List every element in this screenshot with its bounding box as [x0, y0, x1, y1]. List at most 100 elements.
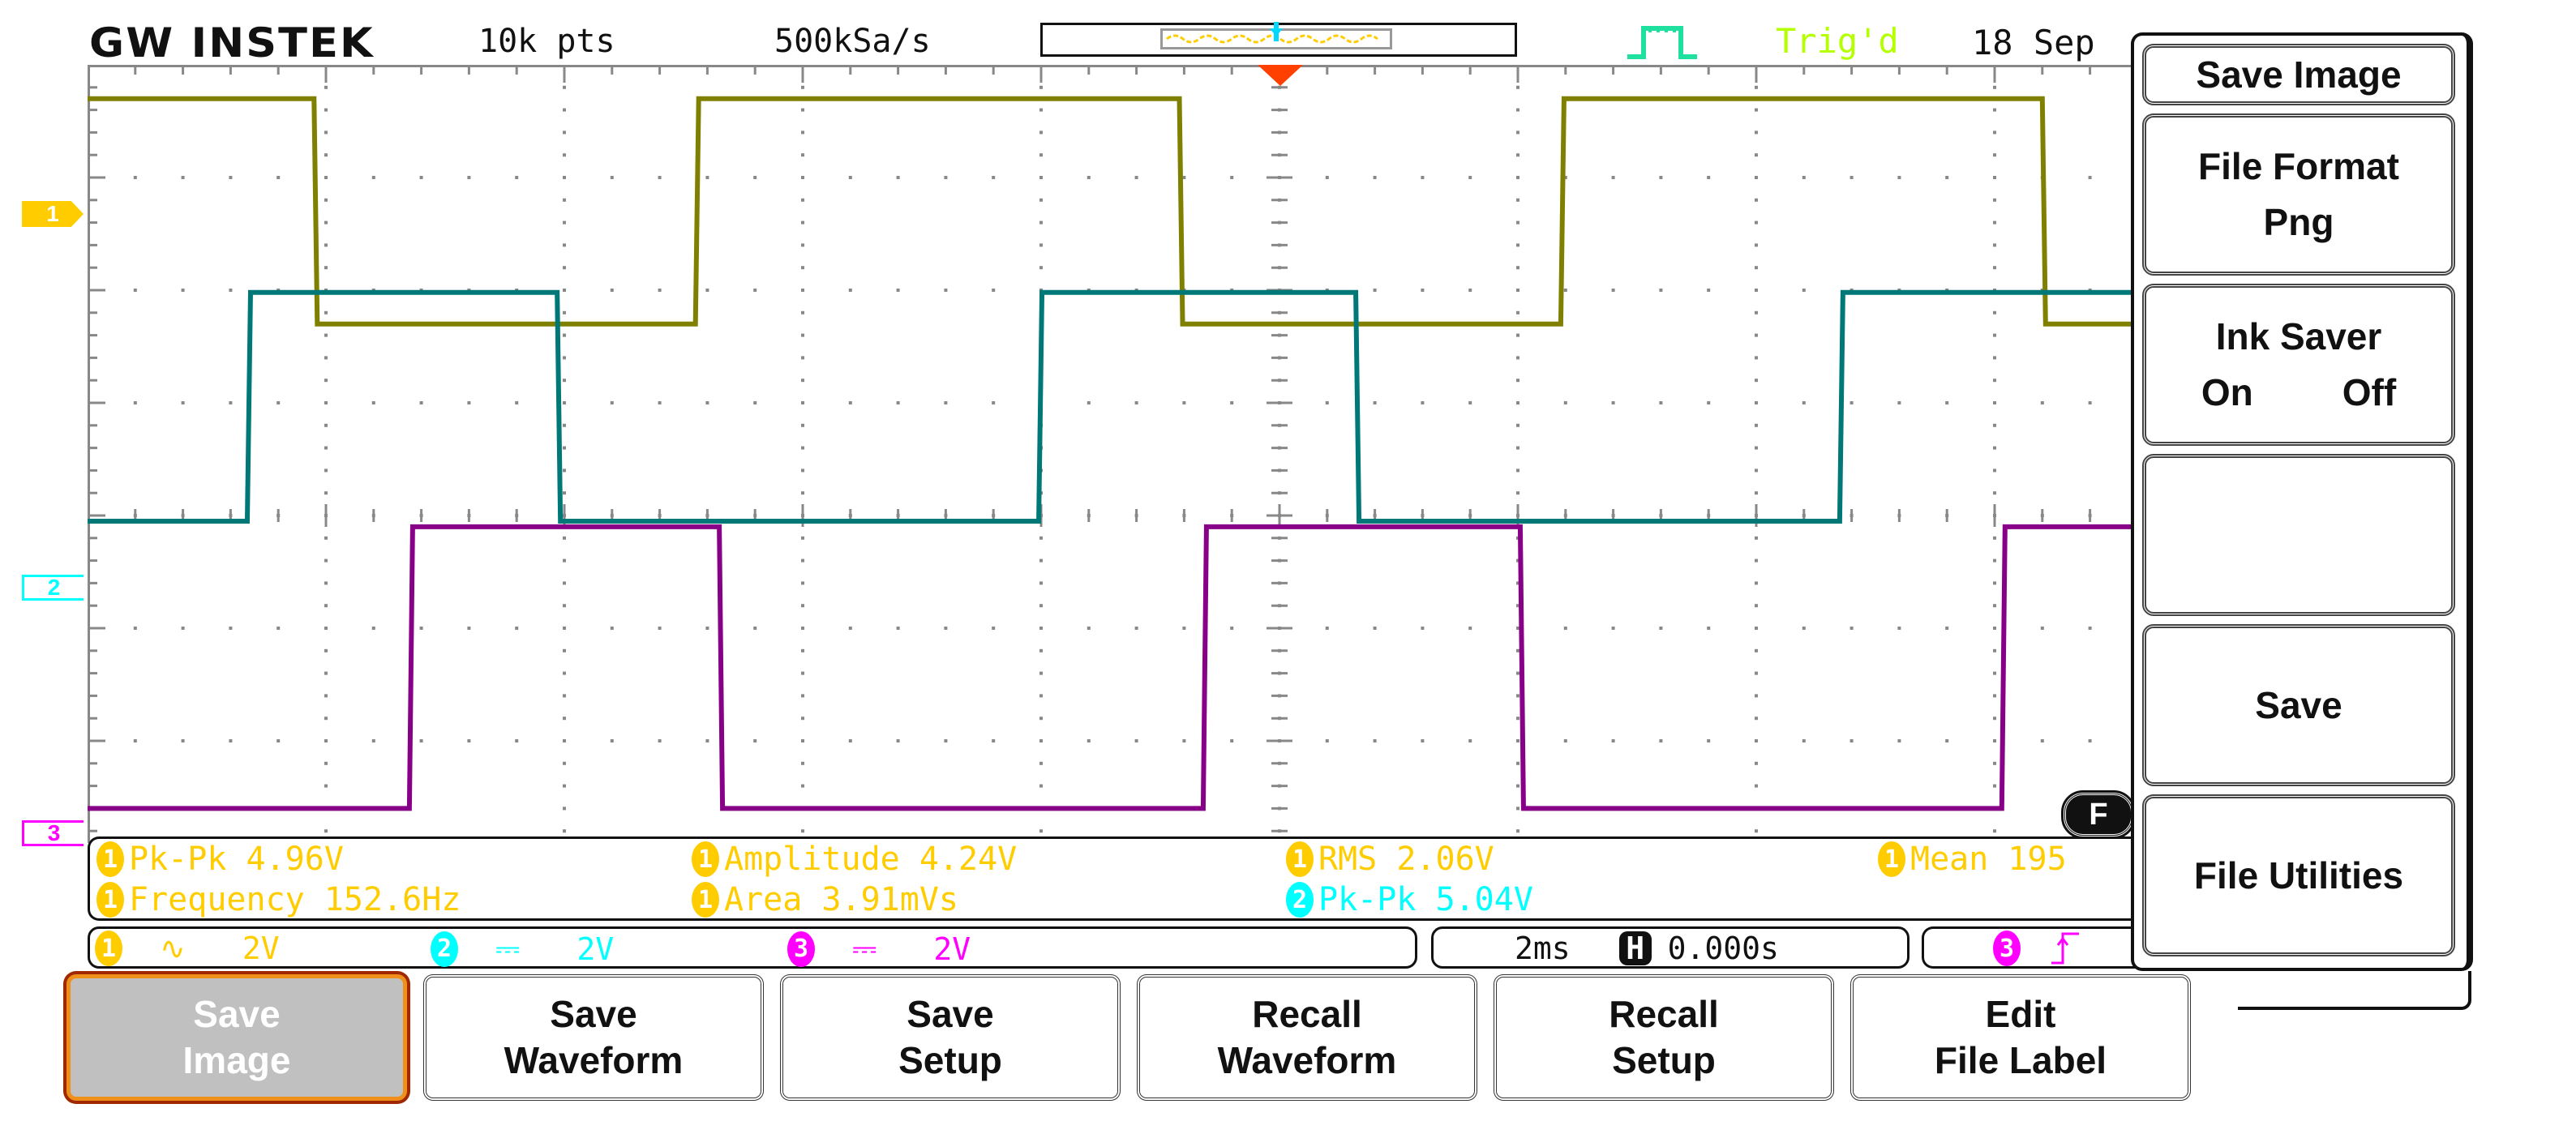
grid-dot: [1993, 446, 1996, 450]
grid-dot: [515, 401, 519, 404]
grid-dot: [1039, 220, 1043, 225]
grid-dot: [801, 627, 804, 630]
grid-dot: [801, 220, 804, 225]
grid-dot: [1230, 627, 1234, 630]
grid-dot: [1039, 581, 1043, 585]
ch1-status[interactable]: 1 ∿ 2V: [95, 931, 280, 966]
ch3-ground-marker[interactable]: 3: [22, 820, 84, 846]
grid-dot: [229, 176, 233, 179]
grid-dot: [1039, 266, 1043, 270]
trigger-position-marker-icon[interactable]: [1258, 65, 1303, 88]
ch1-badge: 1: [692, 882, 719, 918]
grid-dot: [1039, 176, 1043, 179]
grid-dot: [1659, 627, 1663, 630]
ink-saver-on-option[interactable]: On: [2201, 365, 2253, 421]
grid-dot: [658, 627, 662, 630]
softkey-label: Edit: [1985, 992, 2056, 1035]
ch2-ground-marker[interactable]: 2: [22, 575, 84, 601]
menu-file-format[interactable]: File Format Png: [2142, 113, 2455, 276]
grid-dot: [1182, 176, 1186, 179]
grid-dot: [801, 717, 804, 721]
grid-dot: [1373, 289, 1377, 292]
grid-dot: [1755, 446, 1758, 450]
sample-rate: 500kSa/s: [774, 23, 931, 60]
grid-dot: [276, 401, 281, 404]
ch3-status[interactable]: 3 ⎓ 2V: [787, 931, 971, 967]
grid-dot: [1134, 176, 1138, 179]
softkey-recall-waveform[interactable]: Recall Waveform: [1137, 974, 1477, 1101]
grid-dot: [1755, 423, 1758, 427]
grid-dot: [1993, 108, 1996, 112]
grid-dot: [229, 401, 233, 404]
grid-dot: [1993, 130, 1996, 135]
ink-saver-off-option[interactable]: Off: [2342, 365, 2396, 421]
grid-dot: [1707, 627, 1711, 630]
grid-dot: [324, 671, 328, 675]
grid-dot: [1993, 717, 1996, 721]
grid-dot: [1611, 176, 1615, 179]
date-display: 18 Sep: [1972, 23, 2095, 62]
softkey-save-image[interactable]: Save Image: [66, 974, 407, 1101]
softkey-recall-setup[interactable]: Recall Setup: [1494, 974, 1834, 1101]
grid-dot: [801, 266, 804, 270]
grid-dot: [563, 108, 566, 112]
grid-dot: [467, 401, 471, 404]
grid-dot: [1468, 401, 1472, 404]
menu-save[interactable]: Save: [2142, 624, 2455, 786]
softkey-save-waveform[interactable]: Save Waveform: [423, 974, 764, 1101]
grid-dot: [1039, 130, 1043, 135]
grid-dot: [1755, 558, 1758, 563]
grid-dot: [1039, 536, 1043, 540]
grid-dot: [1468, 739, 1472, 742]
grid-dot: [1897, 401, 1901, 404]
softkey-save-setup[interactable]: Save Setup: [780, 974, 1121, 1101]
grid-dot: [563, 694, 566, 698]
side-menu: Save Image File Format Png Ink Saver On …: [2131, 32, 2473, 971]
grid-dot: [467, 627, 471, 630]
menu-empty-slot[interactable]: [2142, 454, 2455, 616]
timebase-status[interactable]: 2ms H 0.000s: [1431, 926, 1909, 969]
grid-dot: [324, 604, 328, 608]
trigger-source-status[interactable]: 3: [1922, 926, 2157, 969]
menu-ink-saver[interactable]: Ink Saver On Off: [2142, 284, 2455, 446]
grid-dot: [1373, 401, 1377, 404]
grid-dot: [1755, 469, 1758, 473]
ch3-badge: 3: [787, 931, 815, 967]
grid-dot: [1897, 627, 1901, 630]
grid-dot: [1993, 536, 1996, 540]
grid-dot: [324, 176, 328, 179]
grid-dot: [801, 423, 804, 427]
grid-dot: [1516, 356, 1519, 360]
grid-dot: [1373, 176, 1377, 179]
menu-item-value: Png: [2263, 201, 2334, 243]
grid-dot: [1993, 739, 1996, 742]
grid-dot: [801, 130, 804, 135]
grid-dot: [1516, 153, 1519, 157]
grid-dot: [1087, 739, 1091, 742]
grid-dot: [658, 176, 662, 179]
grid-dot: [324, 356, 328, 360]
waveform-display[interactable]: [88, 65, 2147, 843]
grid-dot: [705, 627, 709, 630]
measurement-item: 2 Pk-Pk 5.04V: [1286, 881, 1533, 918]
grid-dot: [801, 333, 804, 337]
grid-dot: [1755, 829, 1758, 833]
grid-dot: [1707, 176, 1711, 179]
grid-dot: [563, 333, 566, 337]
grid-dot: [1897, 176, 1901, 179]
menu-file-utilities[interactable]: File Utilities: [2142, 794, 2455, 956]
ch3-trace: [88, 524, 2147, 811]
grid-dot: [1755, 648, 1758, 652]
ch2-status[interactable]: 2 ⎓ 2V: [431, 931, 614, 967]
grid-dot: [1755, 108, 1758, 112]
grid-dot: [658, 289, 662, 292]
ch1-ground-marker[interactable]: 1: [22, 201, 84, 227]
dc-coupling-icon: ⎓: [495, 931, 521, 966]
softkey-edit-file-label[interactable]: Edit File Label: [1850, 974, 2191, 1101]
grid-dot: [1468, 627, 1472, 630]
grid-dot: [1993, 379, 1996, 383]
grid-dot: [563, 671, 566, 675]
grid-dot: [1993, 423, 1996, 427]
grid-dot: [133, 627, 137, 630]
dc-coupling-icon: ⎓: [852, 931, 877, 966]
